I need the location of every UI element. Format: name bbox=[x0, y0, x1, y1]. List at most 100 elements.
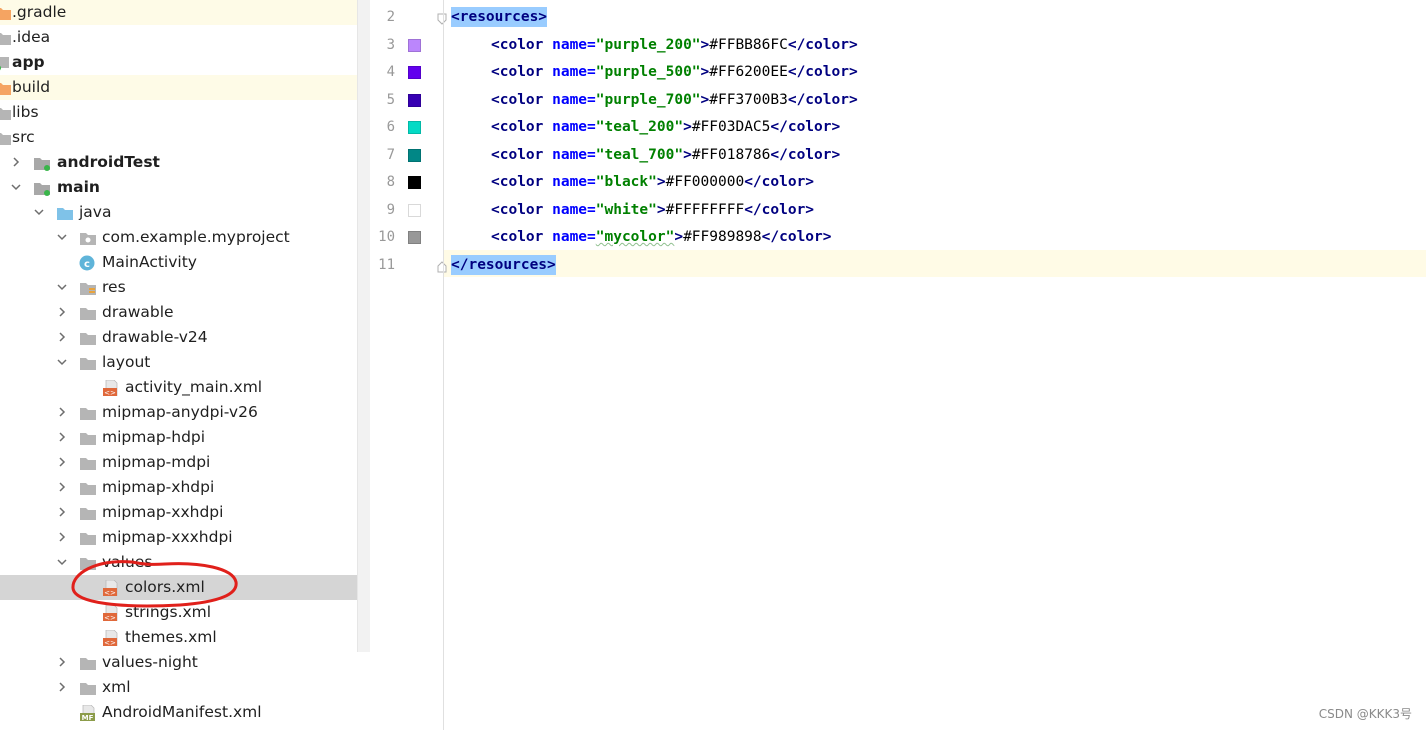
tree-item-label: strings.xml bbox=[125, 603, 212, 621]
tree-item-activity-main-xml[interactable]: <> activity_main.xml bbox=[0, 375, 357, 400]
attr-value: "purple_500" bbox=[595, 64, 701, 80]
tree-item-values[interactable]: values bbox=[0, 550, 357, 575]
color-swatch-icon[interactable] bbox=[408, 231, 421, 244]
chevron-right-icon[interactable] bbox=[57, 682, 67, 692]
chevron-down-icon[interactable] bbox=[57, 232, 67, 242]
code-line[interactable]: <color name="mycolor">#FF989898</color> bbox=[491, 227, 832, 247]
code-line[interactable]: <resources> bbox=[451, 7, 548, 27]
color-swatch-icon[interactable] bbox=[408, 176, 421, 189]
tree-item-libs[interactable]: libs bbox=[0, 100, 357, 125]
tree-item-label: androidTest bbox=[57, 153, 160, 171]
chevron-down-icon[interactable] bbox=[57, 357, 67, 367]
color-swatch-icon[interactable] bbox=[408, 148, 421, 162]
chevron-right-icon[interactable] bbox=[57, 407, 67, 417]
xml-token: name= bbox=[552, 229, 596, 245]
tree-item-com-example-myproject[interactable]: com.example.myproject bbox=[0, 225, 357, 250]
watermark: CSDN @KKK3号 bbox=[1318, 707, 1412, 721]
tree-item-label: com.example.myproject bbox=[102, 228, 290, 246]
gutter-divider bbox=[443, 0, 444, 730]
tree-item-mainactivity[interactable]: c MainActivity bbox=[0, 250, 357, 275]
folder-icon bbox=[79, 330, 97, 346]
folder-orange-icon bbox=[0, 80, 12, 96]
folder-icon bbox=[79, 455, 97, 471]
tree-item-label: build bbox=[12, 78, 51, 96]
manifest-file-icon: MF bbox=[79, 705, 97, 721]
tree-item-label: colors.xml bbox=[125, 578, 205, 596]
chevron-right-icon[interactable] bbox=[57, 532, 67, 542]
tree-item-mipmap-xxxhdpi[interactable]: mipmap-xxxhdpi bbox=[0, 525, 357, 550]
tree-item-xml[interactable]: xml bbox=[0, 675, 357, 700]
project-tree-panel: .gradle .idea app build libs src androidTest ma… bbox=[0, 0, 370, 730]
code-line[interactable]: <color name="purple_200">#FFBB86FC</colo… bbox=[491, 35, 858, 55]
tree-item-themes-xml[interactable]: <> themes.xml bbox=[0, 625, 357, 650]
tree-item-main[interactable]: main bbox=[0, 175, 357, 200]
xml-token: name= bbox=[552, 174, 596, 190]
chevron-down-icon[interactable] bbox=[34, 207, 44, 217]
chevron-right-icon[interactable] bbox=[57, 657, 67, 667]
folder-icon bbox=[0, 30, 12, 46]
class-icon: c bbox=[79, 255, 97, 271]
code-editor[interactable]: 2 3 4 5 6 7 8 9 10 11 <resources> <color name="pur… bbox=[370, 0, 1426, 730]
tree-item-androidmanifest-xml[interactable]: MF AndroidManifest.xml bbox=[0, 700, 357, 725]
chevron-right-icon[interactable] bbox=[57, 457, 67, 467]
tree-item-mipmap-xxhdpi[interactable]: mipmap-xxhdpi bbox=[0, 500, 357, 525]
svg-text:<>: <> bbox=[104, 639, 116, 646]
code-line[interactable]: </resources> bbox=[451, 254, 556, 275]
chevron-right-icon[interactable] bbox=[11, 157, 21, 167]
chevron-right-icon[interactable] bbox=[57, 432, 67, 442]
tree-item-label: mipmap-xhdpi bbox=[102, 478, 215, 496]
fold-marker-icon[interactable] bbox=[437, 10, 447, 25]
tree-scrollbar[interactable] bbox=[357, 0, 370, 652]
line-number: 5 bbox=[386, 91, 395, 108]
svg-text:<>: <> bbox=[104, 389, 116, 396]
color-swatch-icon[interactable] bbox=[408, 38, 421, 52]
tree-item-values-night[interactable]: values-night bbox=[0, 650, 357, 675]
tree-item-mipmap-mdpi[interactable]: mipmap-mdpi bbox=[0, 450, 357, 475]
color-swatch-icon[interactable] bbox=[408, 66, 421, 79]
chevron-right-icon[interactable] bbox=[57, 307, 67, 317]
code-line[interactable]: <color name="teal_700">#FF018786</color> bbox=[491, 145, 840, 165]
tree-item-strings-xml[interactable]: <> strings.xml bbox=[0, 600, 357, 625]
tree-item-androidtest[interactable]: androidTest bbox=[0, 150, 357, 175]
package-icon bbox=[79, 230, 97, 246]
chevron-down-icon[interactable] bbox=[57, 282, 67, 292]
chevron-down-icon[interactable] bbox=[57, 557, 67, 567]
color-swatch-icon[interactable] bbox=[408, 121, 421, 134]
chevron-down-icon[interactable] bbox=[11, 182, 21, 192]
code-line[interactable]: <color name="purple_700">#FF3700B3</colo… bbox=[491, 90, 858, 110]
color-swatch-icon[interactable] bbox=[408, 203, 421, 217]
color-value: #FF03DAC5 bbox=[691, 119, 771, 135]
fold-marker-icon[interactable] bbox=[437, 258, 447, 272]
tree-item-mipmap-anydpi-v26[interactable]: mipmap-anydpi-v26 bbox=[0, 400, 357, 425]
tree-item-gradle[interactable]: .gradle bbox=[0, 0, 357, 25]
tree-item-idea[interactable]: .idea bbox=[0, 25, 357, 50]
attr-value: "white" bbox=[595, 201, 657, 218]
chevron-right-icon[interactable] bbox=[57, 507, 67, 517]
tree-item-drawable-v24[interactable]: drawable-v24 bbox=[0, 325, 357, 350]
tree-item-app[interactable]: app bbox=[0, 50, 357, 75]
tree-item-src[interactable]: src bbox=[0, 125, 357, 150]
xml-token: <color bbox=[491, 146, 553, 163]
tree-item-colors-xml[interactable]: <> colors.xml bbox=[0, 575, 370, 600]
xml-token: name= bbox=[552, 146, 596, 163]
tree-item-drawable[interactable]: drawable bbox=[0, 300, 357, 325]
tree-item-label: drawable bbox=[102, 303, 174, 321]
code-line[interactable]: <color name="black">#FF000000</color> bbox=[491, 172, 814, 192]
tree-item-label: layout bbox=[102, 353, 151, 371]
code-line[interactable]: <color name="white">#FFFFFFFF</color> bbox=[491, 200, 814, 220]
chevron-right-icon[interactable] bbox=[57, 482, 67, 492]
tree-item-mipmap-xhdpi[interactable]: mipmap-xhdpi bbox=[0, 475, 357, 500]
tree-item-label: mipmap-anydpi-v26 bbox=[102, 403, 258, 421]
tree-item-mipmap-hdpi[interactable]: mipmap-hdpi bbox=[0, 425, 357, 450]
code-line[interactable]: <color name="teal_200">#FF03DAC5</color> bbox=[491, 117, 840, 137]
tree-item-build[interactable]: build bbox=[0, 75, 357, 100]
tree-item-layout[interactable]: layout bbox=[0, 350, 357, 375]
code-line[interactable]: <color name="purple_500">#FF6200EE</colo… bbox=[491, 62, 858, 82]
chevron-right-icon[interactable] bbox=[57, 332, 67, 342]
xml-token: > bbox=[656, 201, 666, 218]
tree-item-java[interactable]: java bbox=[0, 200, 357, 225]
java-folder-icon bbox=[56, 205, 74, 221]
color-swatch-icon[interactable] bbox=[408, 93, 421, 107]
color-value: #FF018786 bbox=[691, 146, 771, 163]
tree-item-res[interactable]: res bbox=[0, 275, 357, 300]
